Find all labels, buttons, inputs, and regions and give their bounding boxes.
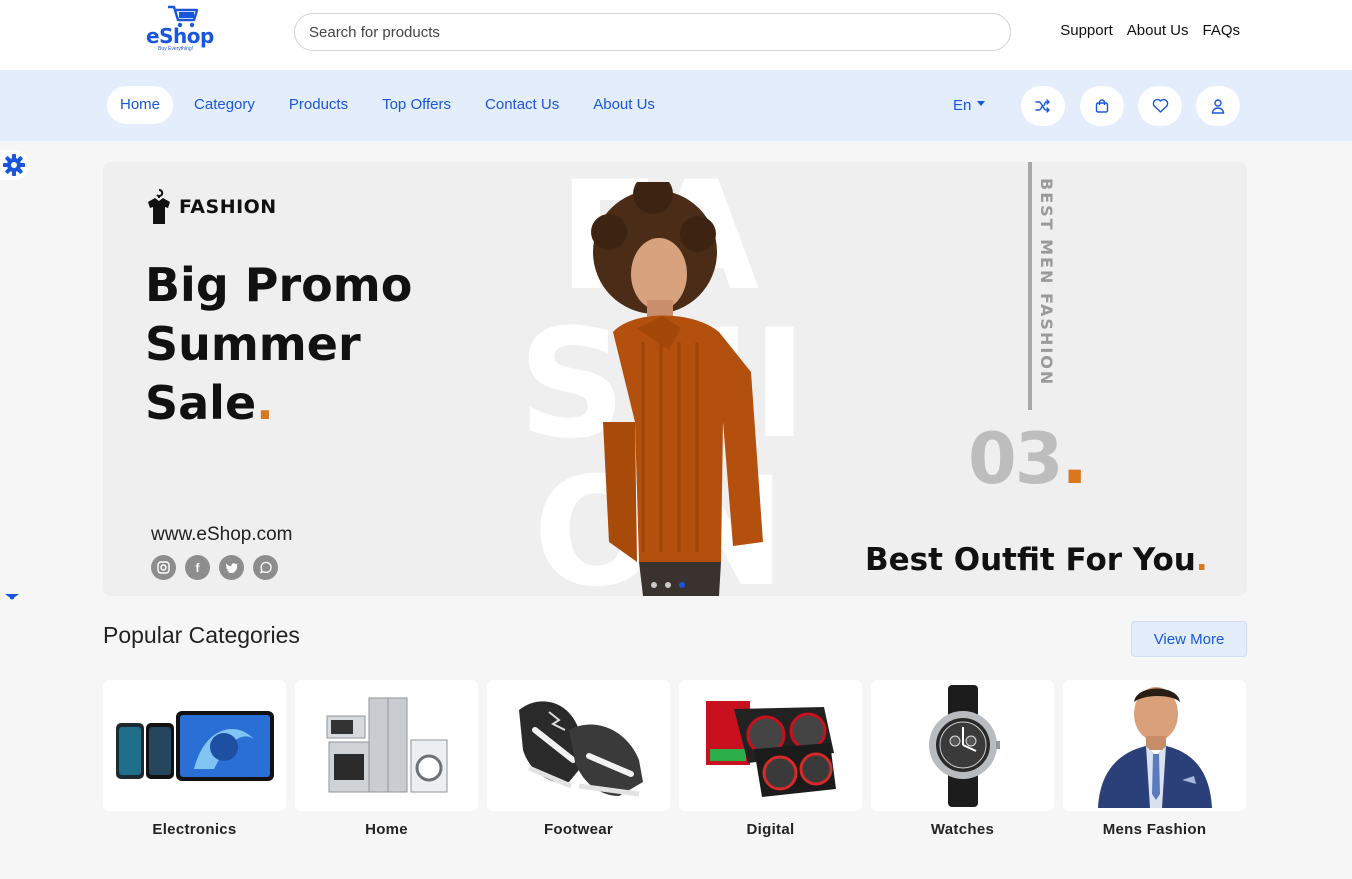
model-illustration bbox=[591, 182, 763, 596]
section-title: Popular Categories bbox=[103, 622, 300, 648]
nav-contact-us[interactable]: Contact Us bbox=[472, 86, 572, 124]
account-button[interactable] bbox=[1196, 86, 1240, 126]
hero-carousel[interactable]: FA SHI ON FASHION Big Promo Summer Sale.… bbox=[103, 162, 1247, 596]
appliances-image bbox=[326, 697, 447, 792]
sneakers-image bbox=[518, 700, 643, 796]
logo-tagline: Buy Everything! bbox=[158, 46, 194, 52]
graphics-card-image bbox=[705, 700, 836, 797]
whatsapp-icon[interactable] bbox=[253, 555, 278, 580]
social-icons: f bbox=[151, 555, 278, 580]
faqs-link[interactable]: FAQs bbox=[1202, 22, 1240, 39]
nav-top-offers[interactable]: Top Offers bbox=[369, 86, 464, 124]
category-card-footwear[interactable]: Footwear bbox=[487, 680, 670, 838]
caret-down-icon bbox=[977, 100, 986, 106]
fashion-brand: FASHION bbox=[145, 188, 277, 226]
category-label: Watches bbox=[930, 821, 995, 838]
tagline-dot: . bbox=[1195, 542, 1208, 578]
headline-line-3: Sale bbox=[145, 376, 257, 430]
about-us-top-link[interactable]: About Us bbox=[1127, 22, 1189, 39]
top-bar: eShop Buy Everything! Support About Us F… bbox=[0, 0, 1352, 70]
slide-number: 03. bbox=[968, 418, 1088, 500]
wishlist-button[interactable] bbox=[1138, 86, 1182, 126]
hanger-shirt-icon bbox=[148, 189, 170, 224]
category-card-electronics[interactable]: Electronics bbox=[103, 680, 286, 838]
twitter-icon[interactable] bbox=[219, 555, 244, 580]
headline-line-2: Summer bbox=[145, 317, 361, 371]
instagram-icon[interactable] bbox=[151, 555, 176, 580]
accent-dot: . bbox=[256, 376, 274, 430]
main-nav: Home Category Products Top Offers Contac… bbox=[0, 70, 1352, 141]
top-links: Support About Us FAQs bbox=[1060, 22, 1240, 39]
category-label: Mens Fashion bbox=[1102, 821, 1207, 838]
headline-line-1: Big Promo bbox=[145, 258, 413, 312]
search-bar bbox=[294, 13, 1011, 51]
nav-category[interactable]: Category bbox=[181, 86, 268, 124]
carousel-dot[interactable] bbox=[665, 582, 671, 588]
category-image bbox=[295, 680, 478, 811]
devices-image bbox=[115, 710, 274, 781]
category-image bbox=[1063, 680, 1246, 811]
tagline-text: Best Outfit For You bbox=[865, 542, 1196, 578]
language-label: En bbox=[953, 97, 972, 114]
shuffle-button[interactable] bbox=[1021, 86, 1065, 126]
carousel-dot-active[interactable] bbox=[679, 582, 685, 588]
search-input[interactable] bbox=[295, 14, 1010, 50]
category-image bbox=[871, 680, 1054, 811]
eshop-logo[interactable]: eShop Buy Everything! bbox=[140, 4, 214, 60]
watch-image bbox=[928, 684, 1000, 807]
slide-number-text: 03 bbox=[968, 418, 1063, 500]
slide-number-dot: . bbox=[1061, 418, 1088, 500]
mini-gear-icon[interactable] bbox=[4, 593, 20, 601]
settings-toggle[interactable] bbox=[0, 150, 30, 180]
category-image bbox=[679, 680, 862, 811]
category-card-digital[interactable]: Digital bbox=[679, 680, 862, 838]
category-image bbox=[487, 680, 670, 811]
category-label: Digital bbox=[746, 821, 795, 838]
facebook-icon[interactable]: f bbox=[185, 555, 210, 580]
support-link[interactable]: Support bbox=[1060, 22, 1113, 39]
nav-products[interactable]: Products bbox=[276, 86, 361, 124]
carousel-dot[interactable] bbox=[651, 582, 657, 588]
cart-button[interactable] bbox=[1080, 86, 1124, 126]
nav-links: Home Category Products Top Offers Contac… bbox=[107, 86, 676, 124]
vertical-caption: BEST MEN FASHION bbox=[1037, 178, 1056, 387]
website-url: www.eShop.com bbox=[151, 524, 293, 545]
carousel-indicators bbox=[651, 582, 685, 588]
shuffle-icon bbox=[1035, 99, 1050, 113]
model-in-suit-image bbox=[1097, 686, 1212, 808]
promo-headline: Big Promo Summer Sale. bbox=[145, 256, 412, 433]
logo-text: eShop bbox=[146, 24, 214, 48]
category-image bbox=[103, 680, 286, 811]
category-card-mens-fashion[interactable]: Mens Fashion bbox=[1063, 680, 1246, 838]
gear-icon bbox=[3, 154, 25, 176]
view-more-button[interactable]: View More bbox=[1131, 621, 1247, 657]
bag-icon bbox=[1095, 99, 1109, 113]
brand-name: FASHION bbox=[179, 196, 277, 218]
category-list: Electronics Home Footwear Digital Watche… bbox=[103, 680, 1246, 838]
category-card-watches[interactable]: Watches bbox=[871, 680, 1054, 838]
vertical-divider bbox=[1028, 162, 1032, 410]
user-icon bbox=[1211, 99, 1225, 114]
category-label: Electronics bbox=[152, 821, 237, 838]
category-label: Footwear bbox=[543, 821, 614, 838]
hero-tagline: Best Outfit For You. bbox=[865, 542, 1208, 578]
category-label: Home bbox=[365, 821, 408, 838]
language-dropdown[interactable]: En bbox=[953, 97, 986, 114]
heart-icon bbox=[1152, 98, 1168, 113]
nav-about-us[interactable]: About Us bbox=[580, 86, 668, 124]
category-card-home[interactable]: Home bbox=[295, 680, 478, 838]
nav-home[interactable]: Home bbox=[107, 86, 174, 124]
